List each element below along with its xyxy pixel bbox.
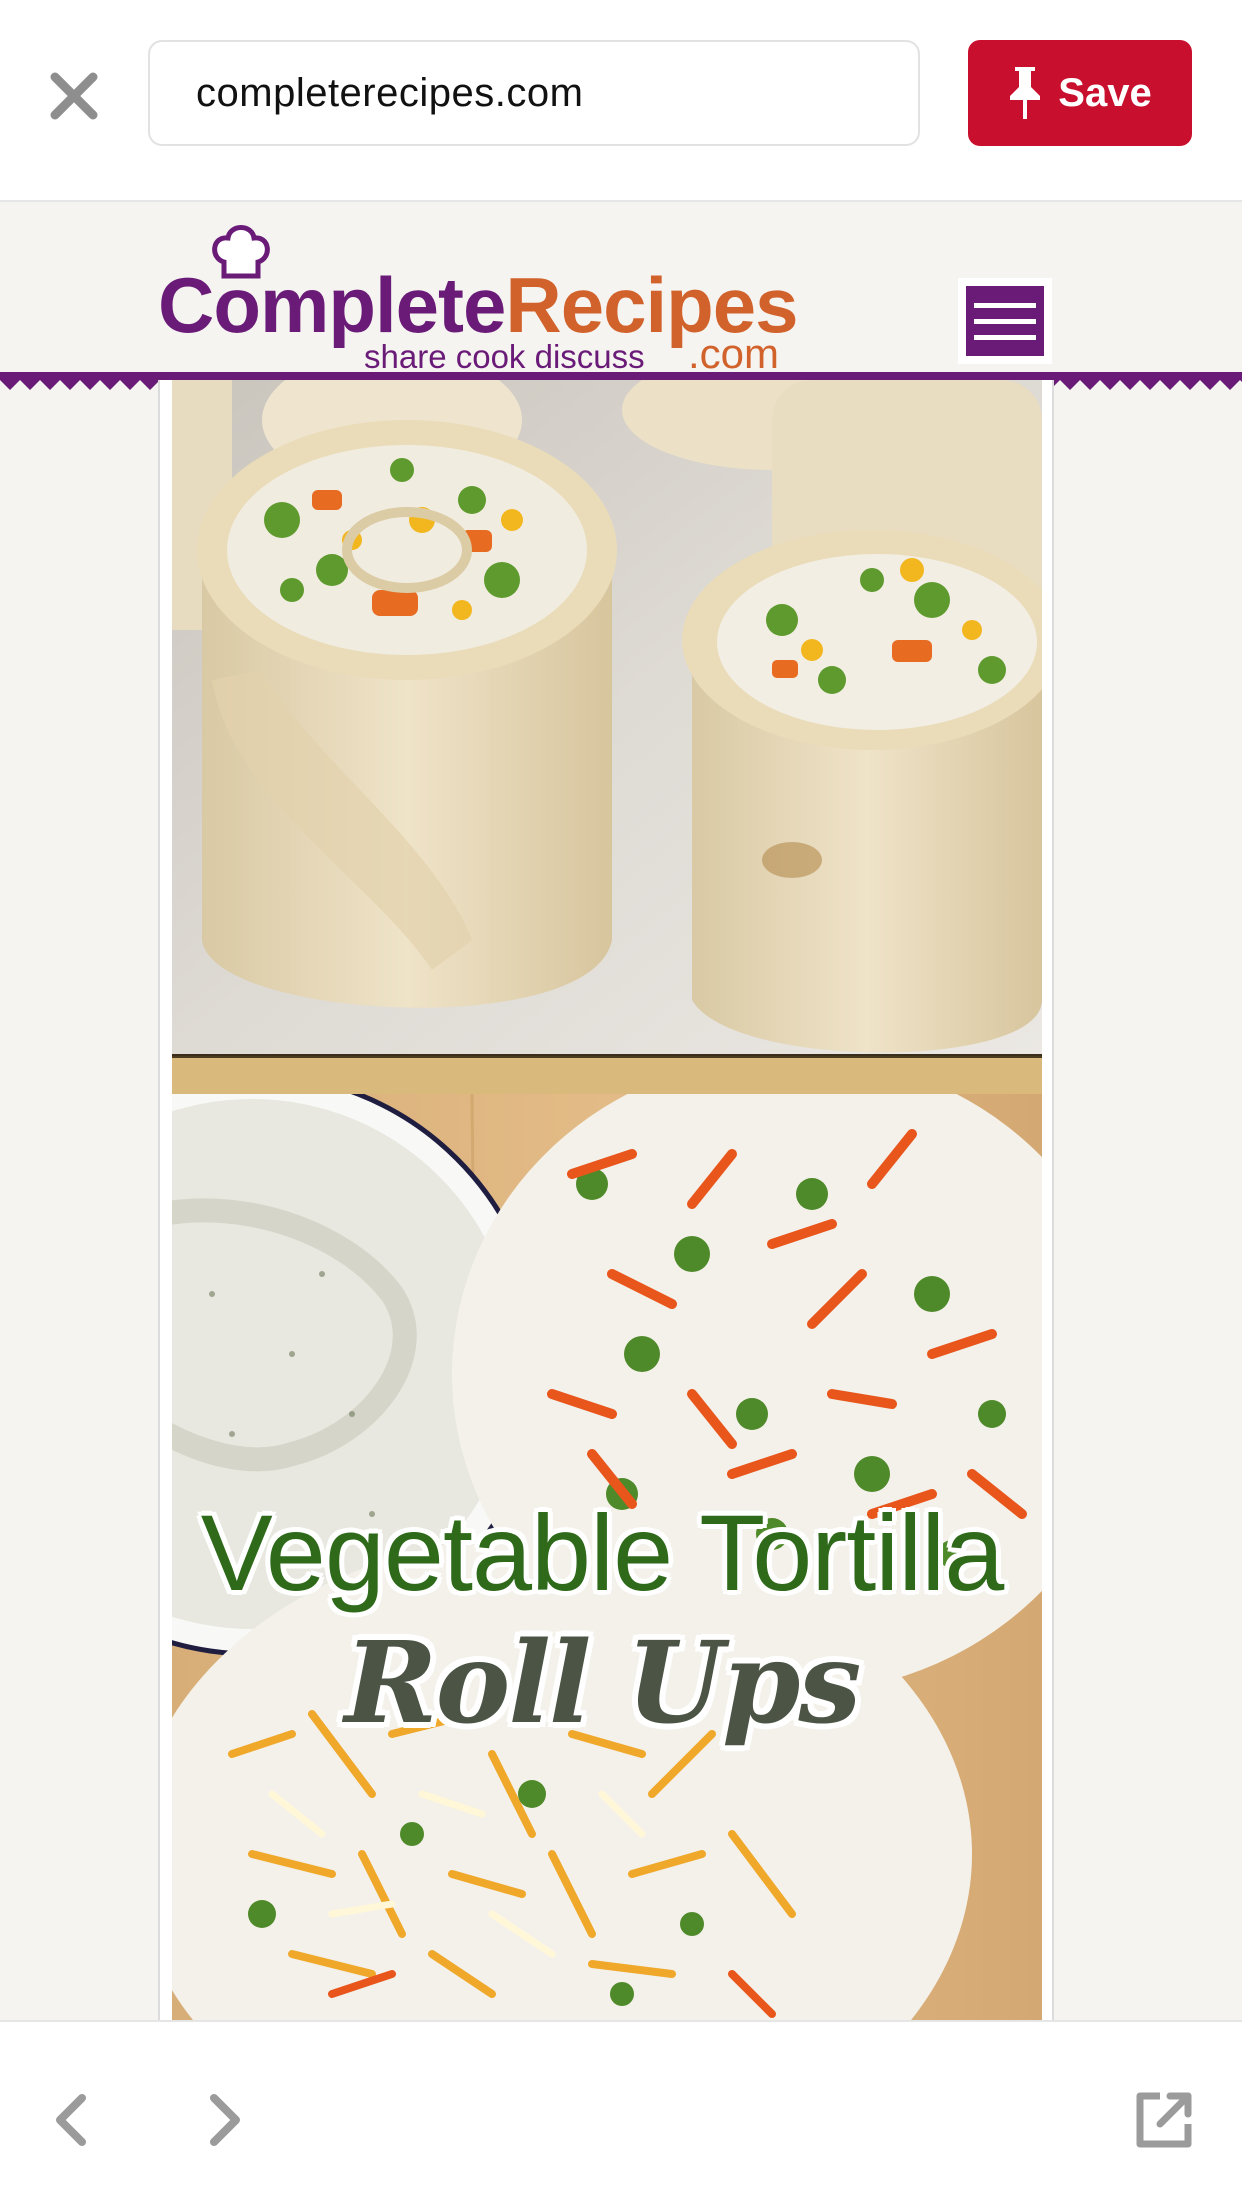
chevron-right-icon xyxy=(210,2094,240,2146)
site-logo[interactable]: CompleteRecipes share cook discuss .com xyxy=(158,218,818,378)
url-text: completerecipes.com xyxy=(196,71,584,115)
menu-button[interactable] xyxy=(958,278,1052,364)
logo-tagline: share cook discuss xyxy=(364,338,645,375)
close-icon xyxy=(50,72,98,120)
pushpin-icon xyxy=(1010,67,1041,119)
logo-complete: Complete xyxy=(158,261,506,349)
back-button[interactable] xyxy=(32,2080,112,2160)
browser-bottom-bar xyxy=(0,2020,1242,2208)
save-label: Save xyxy=(1058,70,1152,115)
open-external-icon xyxy=(1136,2092,1192,2148)
close-button[interactable] xyxy=(36,58,112,134)
url-field[interactable]: completerecipes.com xyxy=(148,40,920,146)
recipe-pin-image[interactable]: Vegetable Tortilla Roll Ups xyxy=(158,380,1054,2020)
chevron-left-icon xyxy=(56,2094,86,2146)
site-header: CompleteRecipes share cook discuss .com xyxy=(0,204,1242,378)
save-button[interactable]: Save xyxy=(968,40,1192,146)
browser-top-bar: completerecipes.com Save xyxy=(0,0,1242,202)
open-external-button[interactable] xyxy=(1124,2080,1204,2160)
pinwheels-photo xyxy=(172,380,1042,1056)
recipe-title-line-1: Vegetable Tortilla xyxy=(200,1492,1005,1613)
recipe-title-line-2: Roll Ups xyxy=(344,1618,862,1749)
hamburger-menu-icon xyxy=(966,286,1044,356)
logo-domain: .com xyxy=(688,330,780,377)
forward-button[interactable] xyxy=(184,2080,264,2160)
divider-band xyxy=(172,1056,1042,1094)
